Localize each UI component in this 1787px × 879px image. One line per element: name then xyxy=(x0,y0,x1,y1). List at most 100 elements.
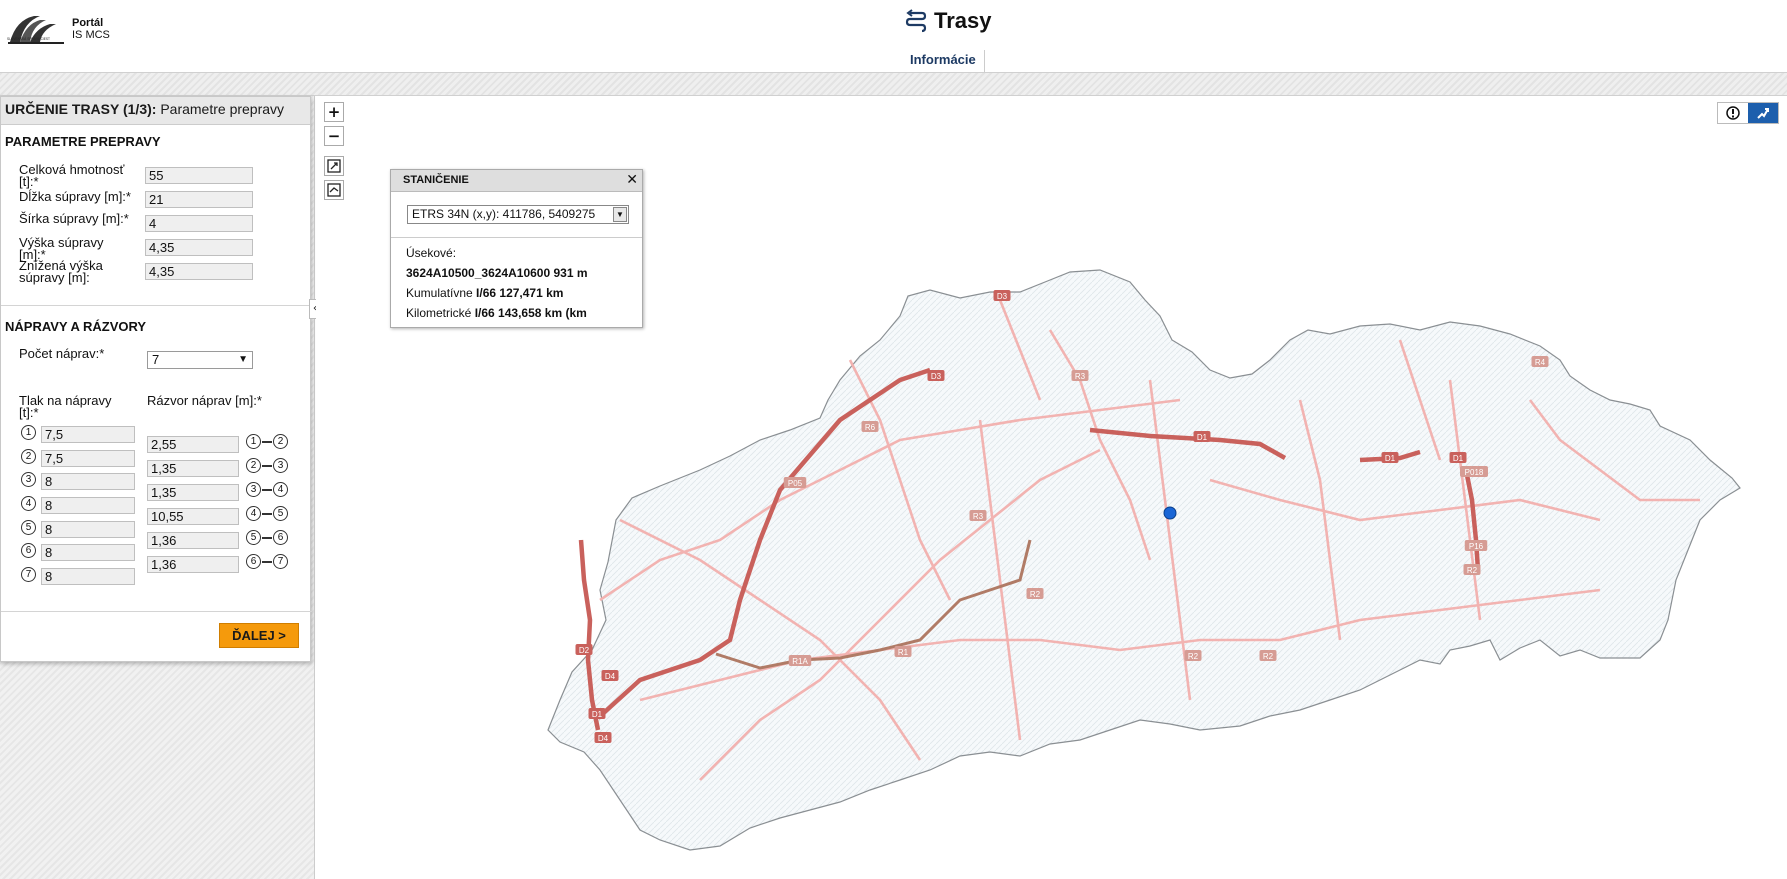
road-label: D3 xyxy=(927,370,945,381)
svg-text:P16: P16 xyxy=(1469,542,1484,551)
section-divider xyxy=(1,305,312,306)
svg-text:R3: R3 xyxy=(1075,372,1086,381)
zoom-out-button[interactable]: − xyxy=(324,126,344,146)
map-tools xyxy=(1717,102,1779,124)
axle-pair-label: 12 xyxy=(246,434,288,449)
footer-divider xyxy=(1,611,312,612)
wheelbase-input[interactable]: 1,35 xyxy=(147,484,239,501)
height-input[interactable]: 4,35 xyxy=(145,239,253,256)
svg-text:P05: P05 xyxy=(788,479,803,488)
zoom-in-button[interactable]: + xyxy=(324,102,344,122)
fullscreen-icon[interactable] xyxy=(324,156,344,176)
wheelbase-input[interactable]: 1,36 xyxy=(147,556,239,573)
axle-pressure-input[interactable]: 7,5 xyxy=(41,426,135,443)
section-title-axles: NÁPRAVY A RÁZVORY xyxy=(5,319,147,334)
close-icon[interactable]: ✕ xyxy=(626,172,638,188)
info-icon[interactable] xyxy=(1718,103,1748,123)
weight-input[interactable]: 55 xyxy=(145,167,253,184)
svg-text:R2: R2 xyxy=(1467,566,1478,575)
road-label: D3 xyxy=(993,290,1011,301)
kumulativne-value: I/66 127,471 km xyxy=(476,286,564,300)
svg-text:D1: D1 xyxy=(1385,454,1396,463)
panel-title-text: Parametre prepravy xyxy=(156,101,285,117)
section-title-params: PARAMETRE PREPRAVY xyxy=(5,134,161,149)
usekove-label: Úsekové: xyxy=(406,246,457,260)
axle-number-badge: 7 xyxy=(21,567,36,582)
axle-number-badge: 5 xyxy=(21,520,36,535)
axle-pressure-input[interactable]: 8 xyxy=(41,568,135,585)
road-label: R6 xyxy=(861,421,879,432)
road-label: P16 xyxy=(1464,540,1488,551)
road-label: P05 xyxy=(783,477,807,488)
road-label: R2 xyxy=(1026,588,1044,599)
popup-divider xyxy=(391,237,642,238)
axle-number-badge: 4 xyxy=(273,482,288,497)
app-title-text: Trasy xyxy=(934,8,992,33)
country-outline xyxy=(547,269,1741,851)
wheelbase-input[interactable]: 2,55 xyxy=(147,436,239,453)
wheelbase-input[interactable]: 1,35 xyxy=(147,460,239,477)
tab-informacie[interactable]: Informácie xyxy=(902,50,985,72)
axle-pressure-input[interactable]: 8 xyxy=(41,544,135,561)
stanicenie-popup: STANIČENIE ✕ ETRS 34N (x,y): 411786, 540… xyxy=(390,169,643,328)
svg-text:D4: D4 xyxy=(605,672,616,681)
road-label: D1 xyxy=(1381,452,1399,463)
axle-pair-label: 56 xyxy=(246,530,288,545)
wheelbase-label: Rázvor náprav [m]:* xyxy=(147,393,262,408)
axle-pair-label: 67 xyxy=(246,554,288,569)
axle-pressure-label: Tlak na nápravy [t]:* xyxy=(19,393,112,420)
route-icon xyxy=(905,9,927,33)
axle-number-badge: 4 xyxy=(246,506,261,521)
axle-number-badge: 6 xyxy=(246,554,261,569)
coordinate-system-select[interactable]: ETRS 34N (x,y): 411786, 5409275 ▼ xyxy=(407,205,629,224)
axle-pressure-input[interactable]: 7,5 xyxy=(41,450,135,467)
road-label: D4 xyxy=(594,732,612,743)
next-button[interactable]: ĎALEJ > xyxy=(219,623,299,648)
axle-pressure-input[interactable]: 8 xyxy=(41,521,135,538)
axle-count-value: 7 xyxy=(152,352,160,367)
svg-text:D3: D3 xyxy=(997,292,1008,301)
reduced-height-input[interactable]: 4,35 xyxy=(145,263,253,280)
route-params-panel: URČENIE TRASY (1/3): Parametre prepravy … xyxy=(0,96,312,662)
axle-number-badge: 7 xyxy=(273,554,288,569)
road-label: D1 xyxy=(1449,452,1467,463)
axle-number-badge: 2 xyxy=(21,449,36,464)
panel-title-step: URČENIE TRASY (1/3): xyxy=(5,101,157,117)
kumulativne-row: Kumulatívne I/66 127,471 km xyxy=(406,286,563,300)
axle-number-badge: 5 xyxy=(273,506,288,521)
kilometricke-label: Kilometrické xyxy=(406,306,472,320)
road-label: P018 xyxy=(1460,466,1488,477)
coordinate-value: ETRS 34N (x,y): 411786, 5409275 xyxy=(412,207,596,221)
axle-number-badge: 2 xyxy=(273,434,288,449)
road-label: R2 xyxy=(1184,650,1202,661)
wheelbase-input[interactable]: 10,55 xyxy=(147,508,239,525)
logo-text: SLOVENSKÁ SPRÁVA CIEST xyxy=(7,37,50,41)
road-label: R1 xyxy=(894,646,912,657)
wheelbase-input[interactable]: 1,36 xyxy=(147,532,239,549)
layers-icon[interactable] xyxy=(324,180,344,200)
road-label: R2 xyxy=(1463,564,1481,575)
svg-text:R3: R3 xyxy=(973,512,984,521)
width-input[interactable]: 4 xyxy=(145,215,253,232)
usekove-value: 3624A10500_3624A10600 931 m xyxy=(406,266,588,280)
length-input[interactable]: 21 xyxy=(145,191,253,208)
road-label: R2 xyxy=(1259,650,1277,661)
svg-text:R4: R4 xyxy=(1535,358,1546,367)
road-label: D1 xyxy=(588,708,606,719)
ssc-logo[interactable]: SLOVENSKÁ SPRÁVA CIEST xyxy=(6,12,66,46)
kilometricke-value: I/66 143,658 km (km xyxy=(474,306,587,320)
svg-text:R2: R2 xyxy=(1030,590,1041,599)
axle-number-badge: 1 xyxy=(21,425,36,440)
axle-pressure-input[interactable]: 8 xyxy=(41,473,135,490)
road-label: R1A xyxy=(788,655,812,666)
svg-text:D2: D2 xyxy=(579,646,590,655)
route-tool-icon[interactable] xyxy=(1748,103,1778,123)
axle-number-badge: 3 xyxy=(21,472,36,487)
road-label: R3 xyxy=(969,510,987,521)
axle-pressure-input[interactable]: 8 xyxy=(41,497,135,514)
axle-number-badge: 1 xyxy=(246,434,261,449)
position-marker xyxy=(1163,506,1177,520)
axle-count-select[interactable]: 7 ▼ xyxy=(147,351,253,369)
svg-text:D4: D4 xyxy=(598,734,609,743)
svg-text:R1A: R1A xyxy=(792,657,808,666)
